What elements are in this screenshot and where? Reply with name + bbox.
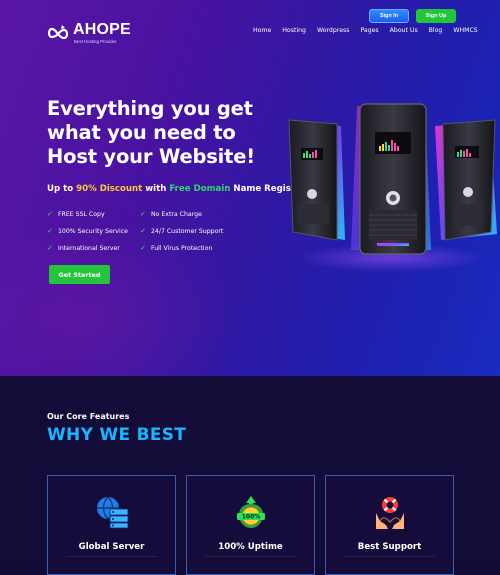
- feature-item: ✓ 100% Security Service: [47, 227, 140, 235]
- feature-label: 24/7 Customer Support: [151, 227, 224, 235]
- main-nav: Home Hosting Wordpress Pages About Us Bl…: [253, 27, 489, 34]
- check-icon: ✓: [47, 244, 53, 252]
- feature-card-global-server[interactable]: Global Server: [47, 475, 176, 575]
- uptime-badge-text: 100%: [241, 514, 260, 521]
- feature-item: ✓ Full Virus Protection: [140, 244, 260, 252]
- feature-label: International Server: [58, 244, 120, 252]
- nav-item-wordpress[interactable]: Wordpress: [317, 27, 350, 34]
- feature-item: ✓ International Server: [47, 244, 140, 252]
- nav-item-about-us[interactable]: About Us: [390, 27, 418, 34]
- server-left: [288, 119, 345, 241]
- global-server-icon: [96, 496, 128, 529]
- card-divider: [205, 556, 296, 562]
- brand-logo[interactable]: AHOPE Best Hosting Provider: [47, 22, 131, 44]
- card-title: 100% Uptime: [218, 542, 283, 552]
- feature-item: ✓ 24/7 Customer Support: [140, 227, 260, 235]
- feature-list: ✓ FREE SSL Copy ✓ No Extra Charge ✓ 100% Se…: [47, 210, 287, 252]
- brand-name: AHOPE: [73, 21, 131, 38]
- feature-card-uptime[interactable]: 100% 100% Uptime: [186, 475, 315, 575]
- server-right: [435, 119, 497, 241]
- hero-headline: Everything you get what you need to Host…: [47, 97, 255, 168]
- server-center: [351, 103, 431, 255]
- server-towers-illustration: [288, 103, 497, 272]
- feature-item: ✓ No Extra Charge: [140, 210, 260, 218]
- support-lifebuoy-icon: [375, 497, 404, 529]
- sign-in-button[interactable]: Sign In: [369, 9, 409, 23]
- nav-item-blog[interactable]: Blog: [429, 27, 443, 34]
- check-icon: ✓: [47, 210, 53, 218]
- section-eyebrow: Our Core Features: [47, 412, 130, 421]
- feature-label: No Extra Charge: [151, 210, 202, 218]
- nav-item-hosting[interactable]: Hosting: [282, 27, 306, 34]
- card-title: Global Server: [78, 542, 145, 552]
- feature-label: Full Virus Protection: [151, 244, 213, 252]
- check-icon: ✓: [47, 227, 53, 235]
- nav-item-home[interactable]: Home: [253, 27, 271, 34]
- feature-item: ✓ FREE SSL Copy: [47, 210, 140, 218]
- auth-buttons: Sign In Sign Up: [369, 9, 456, 23]
- promo-mid: with: [142, 184, 170, 194]
- card-divider: [344, 556, 435, 562]
- card-divider: [66, 556, 157, 562]
- feature-label: FREE SSL Copy: [58, 210, 105, 218]
- check-icon: ✓: [140, 227, 146, 235]
- hero-section: AHOPE Best Hosting Provider Sign In Sign…: [0, 0, 500, 376]
- card-title: Best Support: [357, 542, 422, 552]
- check-icon: ✓: [140, 244, 146, 252]
- brand-tagline: Best Hosting Provider: [74, 39, 117, 44]
- get-started-button[interactable]: Get Started: [49, 265, 110, 284]
- check-icon: ✓: [140, 210, 146, 218]
- uptime-badge-icon: 100%: [236, 496, 265, 528]
- promo-discount: 90% Discount: [76, 184, 143, 194]
- nav-item-pages[interactable]: Pages: [360, 27, 378, 34]
- promo-pre: Up to: [47, 184, 77, 194]
- infinity-logo-icon: [47, 25, 69, 40]
- nav-item-whmcs[interactable]: WHMCS: [453, 27, 477, 34]
- feature-card-support[interactable]: Best Support: [325, 475, 454, 575]
- section-title: WHY WE BEST: [47, 425, 187, 445]
- sign-up-button[interactable]: Sign Up: [416, 9, 456, 23]
- promo-domain: Free Domain: [169, 184, 231, 194]
- feature-label: 100% Security Service: [58, 227, 128, 235]
